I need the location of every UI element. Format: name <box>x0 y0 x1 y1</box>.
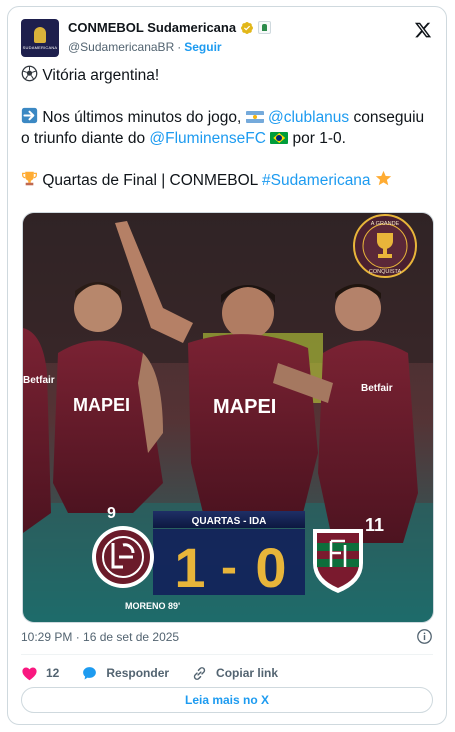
stage-label: QUARTAS - IDA <box>192 516 267 527</box>
tweet-line-1: Vitória argentina! <box>42 67 160 84</box>
mention-fluminensefc[interactable]: @FluminenseFC <box>149 130 266 147</box>
scorer-label: MORENO 89' <box>125 601 180 611</box>
display-name[interactable]: CONMEBOL Sudamericana <box>68 20 236 35</box>
avatar-wordmark: SUDAMERICANA <box>22 44 58 50</box>
shirt-text-2: MAPEI <box>213 396 276 418</box>
avatar[interactable]: SUDAMERICANA <box>21 19 59 57</box>
score-away: 0 <box>255 536 286 599</box>
tweet-line-3-pre: Quartas de Final | CONMEBOL <box>42 172 258 189</box>
x-logo-icon[interactable] <box>414 21 432 39</box>
info-icon[interactable] <box>416 628 433 645</box>
score-dash: - <box>221 541 237 594</box>
tweet-actions: 12 Responder Copiar link <box>21 663 278 683</box>
copy-link-label: Copiar link <box>216 666 279 680</box>
mention-clublanus[interactable]: @clublanus <box>268 109 349 126</box>
trophy-icon <box>22 171 37 186</box>
reply-bubble-icon <box>83 666 97 680</box>
badge-line-1: A GRANDE <box>371 221 400 227</box>
copy-link-button[interactable]: Copiar link <box>191 665 278 682</box>
star-icon <box>375 170 392 186</box>
tweet-card: SUDAMERICANA CONMEBOL Sudamericana @Suda… <box>7 6 447 725</box>
reply-button[interactable]: Responder <box>81 665 169 682</box>
shirt-number-left: 9 <box>107 505 116 522</box>
verified-gold-icon <box>241 21 254 34</box>
divider <box>21 654 433 655</box>
lanus-crest-icon <box>92 526 154 588</box>
link-icon <box>193 666 206 680</box>
separator-dot: · <box>177 40 182 54</box>
tweet-timestamp[interactable]: 10:29 PM · 16 de set de 2025 <box>21 630 179 644</box>
tweet-header: SUDAMERICANA CONMEBOL Sudamericana @Suda… <box>20 17 434 59</box>
handle[interactable]: @SudamericanaBR <box>68 40 174 54</box>
like-count: 12 <box>46 666 60 680</box>
argentina-flag-icon <box>245 111 264 123</box>
brazil-flag-icon <box>270 132 289 144</box>
read-more-button[interactable]: Leia mais no X <box>21 687 433 713</box>
tweet-line-2-post: por 1-0. <box>292 130 346 147</box>
tweet-line-2-pre: Nos últimos minutos do jogo, <box>42 109 242 126</box>
trophy-logo-icon <box>34 26 46 43</box>
reply-label: Responder <box>106 666 170 680</box>
shirt-number-right: 11 <box>365 515 384 535</box>
match-result-graphic: Betfair MAPEI 9 MAPEI Betfair 11 A GRAND… <box>23 213 433 622</box>
a-grande-conquista-badge: A GRANDE CONQUISTA <box>353 214 417 278</box>
right-arrow-icon <box>21 107 38 124</box>
shirt-text-left: Betfair <box>23 375 55 386</box>
score-home: 1 <box>174 536 205 599</box>
follow-button[interactable]: Seguir <box>184 40 221 54</box>
like-button[interactable]: 12 <box>21 665 59 682</box>
tweet-text: Vitória argentina! Nos últimos minutos d… <box>21 65 436 191</box>
shirt-text-1: MAPEI <box>73 395 130 415</box>
badge-line-2: CONQUISTA <box>369 269 402 275</box>
hashtag-sudamericana[interactable]: #Sudamericana <box>262 172 371 189</box>
affiliate-badge-icon <box>258 21 272 34</box>
soccer-ball-icon <box>21 65 38 82</box>
heart-icon <box>22 667 37 680</box>
tweet-media-image[interactable]: Betfair MAPEI 9 MAPEI Betfair 11 A GRAND… <box>22 212 434 623</box>
shirt-text-right: Betfair <box>361 383 393 394</box>
